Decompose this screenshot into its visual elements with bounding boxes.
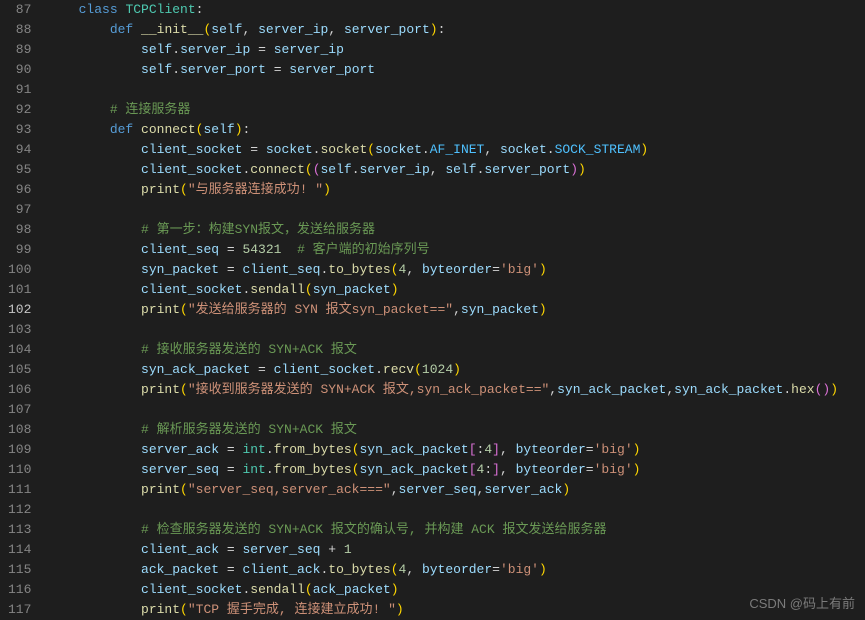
line-number: 116: [8, 580, 31, 600]
line-number: 108: [8, 420, 31, 440]
line-number: 88: [8, 20, 31, 40]
code-line[interactable]: client_seq = 54321 # 客户端的初始序列号: [47, 240, 861, 260]
line-number: 94: [8, 140, 31, 160]
code-line[interactable]: client_ack = server_seq + 1: [47, 540, 861, 560]
code-line[interactable]: # 第一步：构建SYN报文，发送给服务器: [47, 220, 861, 240]
code-line[interactable]: client_socket.sendall(ack_packet): [47, 580, 861, 600]
line-number: 110: [8, 460, 31, 480]
line-number: 111: [8, 480, 31, 500]
code-line[interactable]: print("server_seq,server_ack===",server_…: [47, 480, 861, 500]
code-line[interactable]: # 解析服务器发送的 SYN+ACK 报文: [47, 420, 861, 440]
line-number: 102: [8, 300, 31, 320]
line-number: 92: [8, 100, 31, 120]
line-number: 101: [8, 280, 31, 300]
code-line[interactable]: [47, 80, 861, 100]
code-line[interactable]: print("发送给服务器的 SYN 报文syn_packet==",syn_p…: [47, 300, 861, 320]
line-number-gutter: 8788899091929394959697989910010110210310…: [0, 0, 47, 620]
line-number: 99: [8, 240, 31, 260]
line-number: 105: [8, 360, 31, 380]
line-number: 93: [8, 120, 31, 140]
line-number: 114: [8, 540, 31, 560]
code-line[interactable]: syn_ack_packet = client_socket.recv(1024…: [47, 360, 861, 380]
code-line[interactable]: server_ack = int.from_bytes(syn_ack_pack…: [47, 440, 861, 460]
line-number: 103: [8, 320, 31, 340]
code-line[interactable]: self.server_port = server_port: [47, 60, 861, 80]
line-number: 97: [8, 200, 31, 220]
line-number: 115: [8, 560, 31, 580]
line-number: 107: [8, 400, 31, 420]
line-number: 100: [8, 260, 31, 280]
line-number: 91: [8, 80, 31, 100]
line-number: 89: [8, 40, 31, 60]
code-line[interactable]: # 检查服务器发送的 SYN+ACK 报文的确认号, 并构建 ACK 报文发送给…: [47, 520, 861, 540]
code-line[interactable]: print("与服务器连接成功! "): [47, 180, 861, 200]
code-line[interactable]: print("TCP 握手完成, 连接建立成功! "): [47, 600, 861, 620]
code-line[interactable]: client_socket = socket.socket(socket.AF_…: [47, 140, 861, 160]
code-line[interactable]: client_socket.connect((self.server_ip, s…: [47, 160, 861, 180]
code-line[interactable]: print("接收到服务器发送的 SYN+ACK 报文,syn_ack_pack…: [47, 380, 861, 400]
line-number: 109: [8, 440, 31, 460]
code-line[interactable]: ack_packet = client_ack.to_bytes(4, byte…: [47, 560, 861, 580]
code-area[interactable]: class TCPClient: def __init__(self, serv…: [47, 0, 865, 620]
line-number: 104: [8, 340, 31, 360]
code-line[interactable]: syn_packet = client_seq.to_bytes(4, byte…: [47, 260, 861, 280]
code-line[interactable]: # 接收服务器发送的 SYN+ACK 报文: [47, 340, 861, 360]
line-number: 95: [8, 160, 31, 180]
code-line[interactable]: [47, 320, 861, 340]
code-line[interactable]: self.server_ip = server_ip: [47, 40, 861, 60]
line-number: 117: [8, 600, 31, 620]
code-editor[interactable]: 8788899091929394959697989910010110210310…: [0, 0, 865, 620]
code-line[interactable]: server_seq = int.from_bytes(syn_ack_pack…: [47, 460, 861, 480]
line-number: 90: [8, 60, 31, 80]
code-line[interactable]: # 连接服务器: [47, 100, 861, 120]
code-line[interactable]: client_socket.sendall(syn_packet): [47, 280, 861, 300]
code-line[interactable]: [47, 500, 861, 520]
code-line[interactable]: def __init__(self, server_ip, server_por…: [47, 20, 861, 40]
code-line[interactable]: def connect(self):: [47, 120, 861, 140]
code-line[interactable]: [47, 200, 861, 220]
line-number: 87: [8, 0, 31, 20]
line-number: 106: [8, 380, 31, 400]
line-number: 96: [8, 180, 31, 200]
code-line[interactable]: class TCPClient:: [47, 0, 861, 20]
code-line[interactable]: [47, 400, 861, 420]
line-number: 98: [8, 220, 31, 240]
line-number: 113: [8, 520, 31, 540]
line-number: 112: [8, 500, 31, 520]
